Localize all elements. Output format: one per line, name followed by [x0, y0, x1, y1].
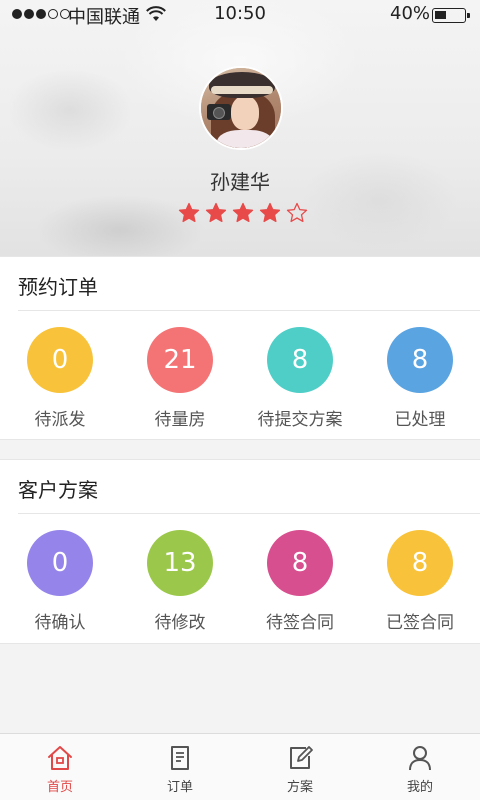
stat-pending-revise[interactable]: 13 待修改: [120, 530, 240, 633]
tab-label: 订单: [166, 780, 193, 795]
user-name: 孙建华: [210, 170, 270, 194]
profile-header: 中国联通 10:50 40% 孙建华: [0, 0, 480, 256]
section-divider: [18, 310, 480, 311]
tab-label: 我的: [406, 780, 433, 795]
customer-plans-section: 客户方案 0 待确认 13 待修改 8 待签合同 8 已签合同: [0, 459, 480, 644]
battery-icon: [432, 8, 470, 23]
stat-label: 待确认: [34, 613, 86, 633]
order-icon: [171, 746, 189, 770]
stat-label: 已签合同: [386, 613, 454, 633]
stat-contract-signed[interactable]: 8 已签合同: [360, 530, 480, 633]
stat-pending-contract[interactable]: 8 待签合同: [240, 530, 360, 633]
stat-label: 待签合同: [266, 613, 334, 633]
tab-label: 首页: [46, 780, 73, 795]
stat-label: 已处理: [394, 410, 446, 430]
star-empty-icon: [286, 202, 308, 223]
stat-count: 8: [387, 530, 453, 596]
stat-label: 待量房: [154, 410, 206, 430]
avatar[interactable]: [199, 66, 283, 150]
home-icon: [48, 746, 72, 770]
stat-count: 0: [27, 327, 93, 393]
stat-label: 待提交方案: [257, 410, 343, 430]
battery-percent: 40%: [390, 3, 431, 24]
star-filled-icon: [178, 202, 200, 223]
edit-icon: [290, 746, 313, 769]
stat-count: 8: [267, 327, 333, 393]
star-filled-icon: [205, 202, 227, 223]
tab-home[interactable]: 首页: [0, 734, 120, 800]
star-rating: [178, 202, 308, 224]
tab-orders[interactable]: 订单: [120, 734, 240, 800]
stat-pending-plan-submit[interactable]: 8 待提交方案: [240, 327, 360, 430]
star-filled-icon: [232, 202, 254, 223]
tab-profile[interactable]: 我的: [360, 734, 480, 800]
stat-count: 0: [27, 530, 93, 596]
profile-icon: [409, 746, 431, 771]
stat-pending-dispatch[interactable]: 0 待派发: [0, 327, 120, 430]
section-divider: [18, 513, 480, 514]
section-title: 预约订单: [18, 275, 98, 299]
stat-label: 待修改: [154, 613, 206, 633]
stat-processed[interactable]: 8 已处理: [360, 327, 480, 430]
bottom-tab-bar: 首页 订单 方案 我的: [0, 733, 480, 800]
battery-level: [435, 11, 447, 19]
booking-orders-section: 预约订单 0 待派发 21 待量房 8 待提交方案 8 已处理: [0, 256, 480, 440]
stat-count: 8: [267, 530, 333, 596]
stat-count: 21: [147, 327, 213, 393]
stat-count: 13: [147, 530, 213, 596]
tab-plans[interactable]: 方案: [240, 734, 360, 800]
stat-label: 待派发: [34, 410, 86, 430]
stat-count: 8: [387, 327, 453, 393]
stat-pending-measure[interactable]: 21 待量房: [120, 327, 240, 430]
section-title: 客户方案: [18, 478, 98, 502]
star-filled-icon: [259, 202, 281, 223]
status-bar: 中国联通 10:50 40%: [0, 0, 480, 30]
stat-pending-confirm[interactable]: 0 待确认: [0, 530, 120, 633]
tab-label: 方案: [286, 780, 313, 795]
